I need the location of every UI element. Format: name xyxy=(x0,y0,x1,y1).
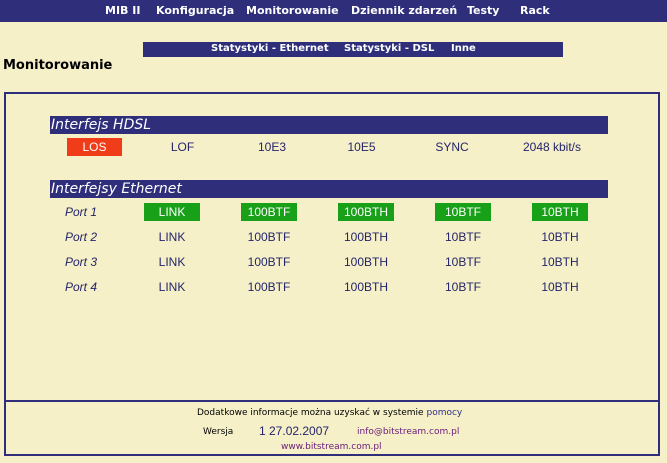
port-4-100btf-indicator: 100BTF xyxy=(247,280,291,294)
hdsl-10e5-indicator: 10E5 xyxy=(347,140,376,154)
port-2-100btf-indicator: 100BTF xyxy=(247,230,291,244)
nav-rack[interactable]: Rack xyxy=(520,4,550,17)
nav-konfiguracja[interactable]: Konfiguracja xyxy=(156,4,234,17)
port-1-100btf-indicator: 100BTF xyxy=(241,203,297,221)
port-2-10btf-indicator: 10BTF xyxy=(444,230,481,244)
version-label: Wersja xyxy=(203,427,234,437)
port-1-10btf-indicator: 10BTF xyxy=(435,203,491,221)
top-navigation-bar: MIB II Konfiguracja Monitorowanie Dzienn… xyxy=(0,0,667,22)
port-4-label: Port 4 xyxy=(65,280,98,294)
port-2-100bth-indicator: 100BTH xyxy=(343,230,389,244)
port-2-10bth-indicator: 10BTH xyxy=(541,230,579,244)
port-3-100btf-indicator: 100BTF xyxy=(247,255,291,269)
port-1-link-indicator: LINK xyxy=(144,203,200,221)
ethernet-section-header: Interfejsy Ethernet xyxy=(50,180,608,198)
port-1-label: Port 1 xyxy=(65,205,98,219)
top-nav: MIB II Konfiguracja Monitorowanie Dzienn… xyxy=(0,4,667,20)
help-link[interactable]: pomocy xyxy=(426,408,462,418)
website-link[interactable]: www.bitstream.com.pl xyxy=(281,442,382,452)
subnav-statystyki-ethernet[interactable]: Statystyki - Ethernet xyxy=(211,43,329,54)
nav-testy[interactable]: Testy xyxy=(467,4,499,17)
contact-email-link[interactable]: info@bitstream.com.pl xyxy=(357,427,459,437)
port-3-100bth-indicator: 100BTH xyxy=(343,255,389,269)
port-2-link-indicator: LINK xyxy=(158,230,186,244)
hdsl-section-header: Interfejs HDSL xyxy=(50,116,608,134)
nav-mib2[interactable]: MIB II xyxy=(105,4,140,17)
port-3-10btf-indicator: 10BTF xyxy=(444,255,481,269)
hdsl-los-indicator: LOS xyxy=(67,138,122,156)
hdsl-sync-indicator: SYNC xyxy=(435,140,469,154)
port-1-10bth-indicator: 10BTH xyxy=(532,203,588,221)
port-4-link-indicator: LINK xyxy=(158,280,186,294)
version-value: 1 27.02.2007 xyxy=(259,424,330,438)
port-3-link-indicator: LINK xyxy=(158,255,186,269)
port-3-10bth-indicator: 10BTH xyxy=(541,255,579,269)
page-title: Monitorowanie xyxy=(3,58,113,73)
port-4-100bth-indicator: 100BTH xyxy=(343,280,389,294)
nav-dziennik-zdarzen[interactable]: Dziennik zdarzeń xyxy=(351,4,457,17)
port-4-10btf-indicator: 10BTF xyxy=(444,280,481,294)
port-4-10bth-indicator: 10BTH xyxy=(541,280,579,294)
subnav-inne[interactable]: Inne xyxy=(451,43,476,54)
hdsl-10e3-indicator: 10E3 xyxy=(257,140,287,154)
subnav-statystyki-dsl[interactable]: Statystyki - DSL xyxy=(344,43,434,54)
footer-divider xyxy=(4,400,660,402)
hdsl-rate-indicator: 2048 kbit/s xyxy=(522,140,582,154)
help-info-text: Dodatkowe informacje można uzyskać w sys… xyxy=(197,408,424,418)
port-3-label: Port 3 xyxy=(65,255,98,269)
port-1-100bth-indicator: 100BTH xyxy=(338,203,394,221)
nav-monitorowanie[interactable]: Monitorowanie xyxy=(246,4,339,17)
hdsl-lof-indicator: LOF xyxy=(170,140,195,154)
sub-navigation-bar: Statystyki - Ethernet Statystyki - DSL I… xyxy=(143,42,563,57)
help-info: Dodatkowe informacje można uzyskać w sys… xyxy=(197,408,462,418)
port-2-label: Port 2 xyxy=(65,230,98,244)
